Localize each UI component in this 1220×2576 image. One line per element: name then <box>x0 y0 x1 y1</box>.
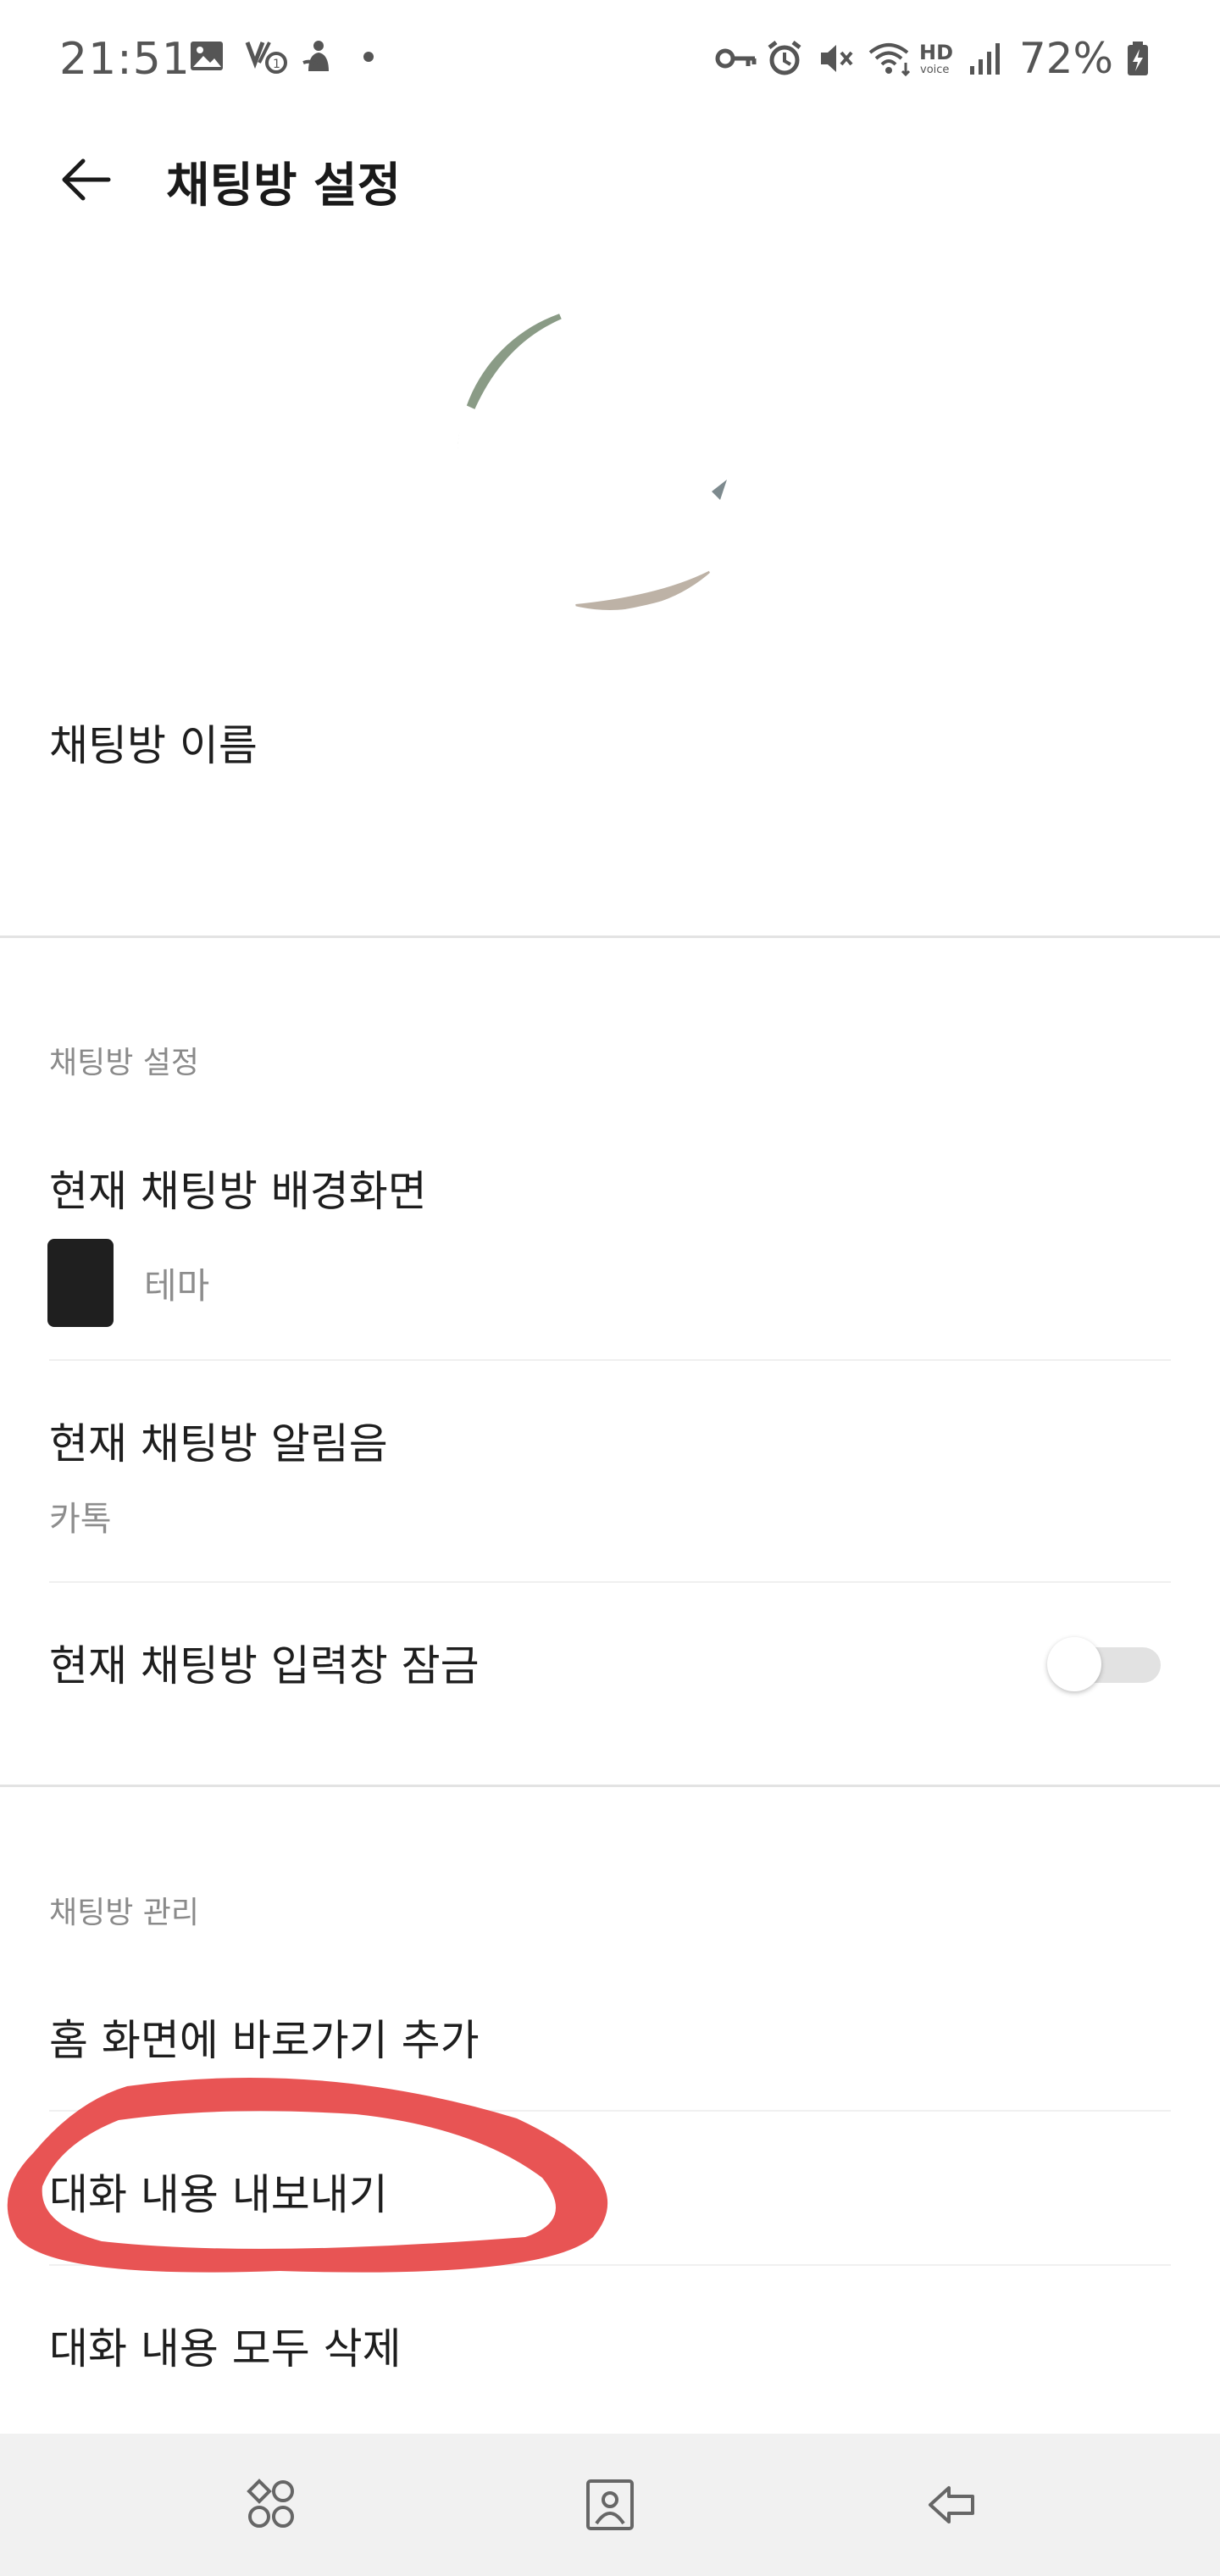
chat-room-name[interactable]: 채팅방 이름 <box>49 712 258 773</box>
dot-icon <box>356 37 395 76</box>
navigation-bar <box>0 2434 1220 2576</box>
wifi-icon <box>867 39 910 78</box>
background-setting-title[interactable]: 현재 채팅방 배경화면 <box>49 1158 427 1219</box>
row-divider <box>49 1359 1171 1361</box>
alarm-icon <box>765 39 804 78</box>
status-left-icons: 1 <box>188 37 395 76</box>
input-lock-toggle[interactable] <box>1047 1637 1161 1691</box>
mute-icon <box>816 39 855 78</box>
signal-icon <box>968 39 1007 78</box>
chat-room-settings-screen: 21:51 1 HD voice 72% 채팅방 설정 채팅방 이름 채팅방 설… <box>0 0 1220 2576</box>
hd-voice-icon: HD voice <box>918 39 957 78</box>
volte-icon: 1 <box>244 37 287 76</box>
recent-apps-icon <box>247 2479 294 2528</box>
battery-percent: 72% <box>1018 34 1113 83</box>
home-button[interactable] <box>576 2471 644 2539</box>
theme-swatch[interactable] <box>47 1239 114 1327</box>
input-lock-setting-title[interactable]: 현재 채팅방 입력창 잠금 <box>49 1632 480 1693</box>
chat-room-avatar[interactable] <box>458 305 762 610</box>
svg-text:voice: voice <box>920 64 949 76</box>
home-icon <box>586 2479 634 2530</box>
back-icon <box>929 2486 974 2523</box>
svg-text:1: 1 <box>273 58 280 71</box>
arrow-left-icon <box>62 158 111 201</box>
sound-setting-value: 카톡 <box>49 1500 112 1539</box>
battery-charging-icon <box>1125 39 1164 78</box>
row-divider <box>49 2264 1171 2266</box>
app-notification-icon <box>300 37 339 76</box>
export-chat-item[interactable]: 대화 내용 내보내기 <box>49 2161 388 2222</box>
status-right-icons: HD voice 72% <box>714 34 1164 83</box>
back-nav-button[interactable] <box>918 2471 986 2539</box>
delete-all-chat-item[interactable]: 대화 내용 모두 삭제 <box>49 2315 402 2376</box>
background-setting-value: 테마 <box>144 1265 210 1307</box>
section-divider <box>0 1785 1220 1787</box>
back-button[interactable] <box>51 146 119 214</box>
sound-setting-title[interactable]: 현재 채팅방 알림음 <box>49 1410 388 1471</box>
svg-text:HD: HD <box>919 41 953 64</box>
row-divider <box>49 2110 1171 2112</box>
avatar-image <box>458 305 762 610</box>
toggle-knob <box>1047 1637 1101 1691</box>
section-label-chat-manage: 채팅방 관리 <box>49 1896 200 1930</box>
recent-apps-button[interactable] <box>237 2471 305 2539</box>
vpn-key-icon <box>714 39 757 78</box>
status-bar: 21:51 1 HD voice 72% <box>0 0 1220 119</box>
row-divider <box>49 1581 1171 1583</box>
gallery-icon <box>188 37 227 76</box>
section-divider <box>0 935 1220 938</box>
status-time: 21:51 <box>59 34 191 85</box>
section-label-chat-settings: 채팅방 설정 <box>49 1046 200 1080</box>
page-title: 채팅방 설정 <box>166 158 402 214</box>
add-home-shortcut-item[interactable]: 홈 화면에 바로가기 추가 <box>49 2007 480 2068</box>
